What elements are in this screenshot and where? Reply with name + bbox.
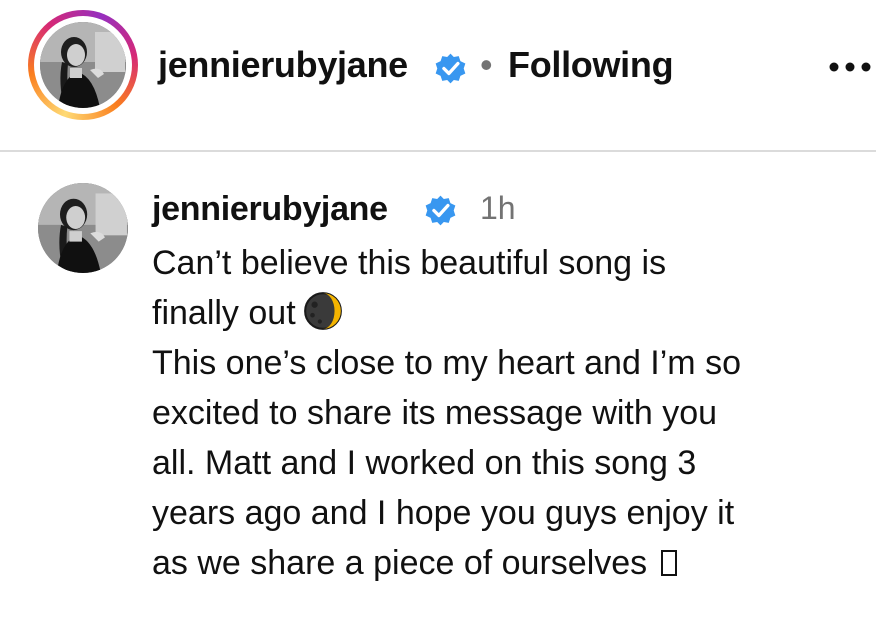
caption-line: This one’s close to my heart and I’m so <box>152 344 741 382</box>
caption-line: finally out <box>152 294 296 332</box>
missing-glyph-icon <box>661 550 678 576</box>
comment-username[interactable]: jennierubyjane <box>152 190 388 229</box>
caption-line: years ago and I hope you guys enjoy it <box>152 494 735 532</box>
verified-badge-icon <box>435 53 466 84</box>
caption-line: Can’t believe this beautiful song is <box>152 244 667 282</box>
caption-line-with-emoji: finally out <box>152 288 852 338</box>
dot-separator: • <box>480 44 493 85</box>
header-username[interactable]: jennierubyjane <box>158 44 408 86</box>
following-button[interactable]: Following <box>508 44 674 86</box>
comment-timestamp[interactable]: 1h <box>480 190 516 227</box>
comment-avatar[interactable] <box>38 183 128 273</box>
caption-line-with-glyph: as we share a piece of ourselves <box>152 538 852 588</box>
verified-badge-icon <box>425 195 456 226</box>
avatar[interactable] <box>40 22 126 108</box>
more-options-icon[interactable] <box>826 58 874 76</box>
story-ring-inner <box>34 16 132 114</box>
comment-caption: Can’t believe this beautiful song is fin… <box>152 238 852 588</box>
caption-line: excited to share its message with you <box>152 394 718 432</box>
story-ring[interactable] <box>28 10 138 120</box>
caption-line: as we share a piece of ourselves <box>152 544 648 582</box>
divider <box>0 150 876 152</box>
caption-line: all. Matt and I worked on this song 3 <box>152 444 697 482</box>
avatar-photo <box>38 183 128 273</box>
moon-icon <box>303 292 342 330</box>
post-header: jennierubyjane • Following <box>0 0 876 150</box>
avatar-photo <box>40 22 126 108</box>
